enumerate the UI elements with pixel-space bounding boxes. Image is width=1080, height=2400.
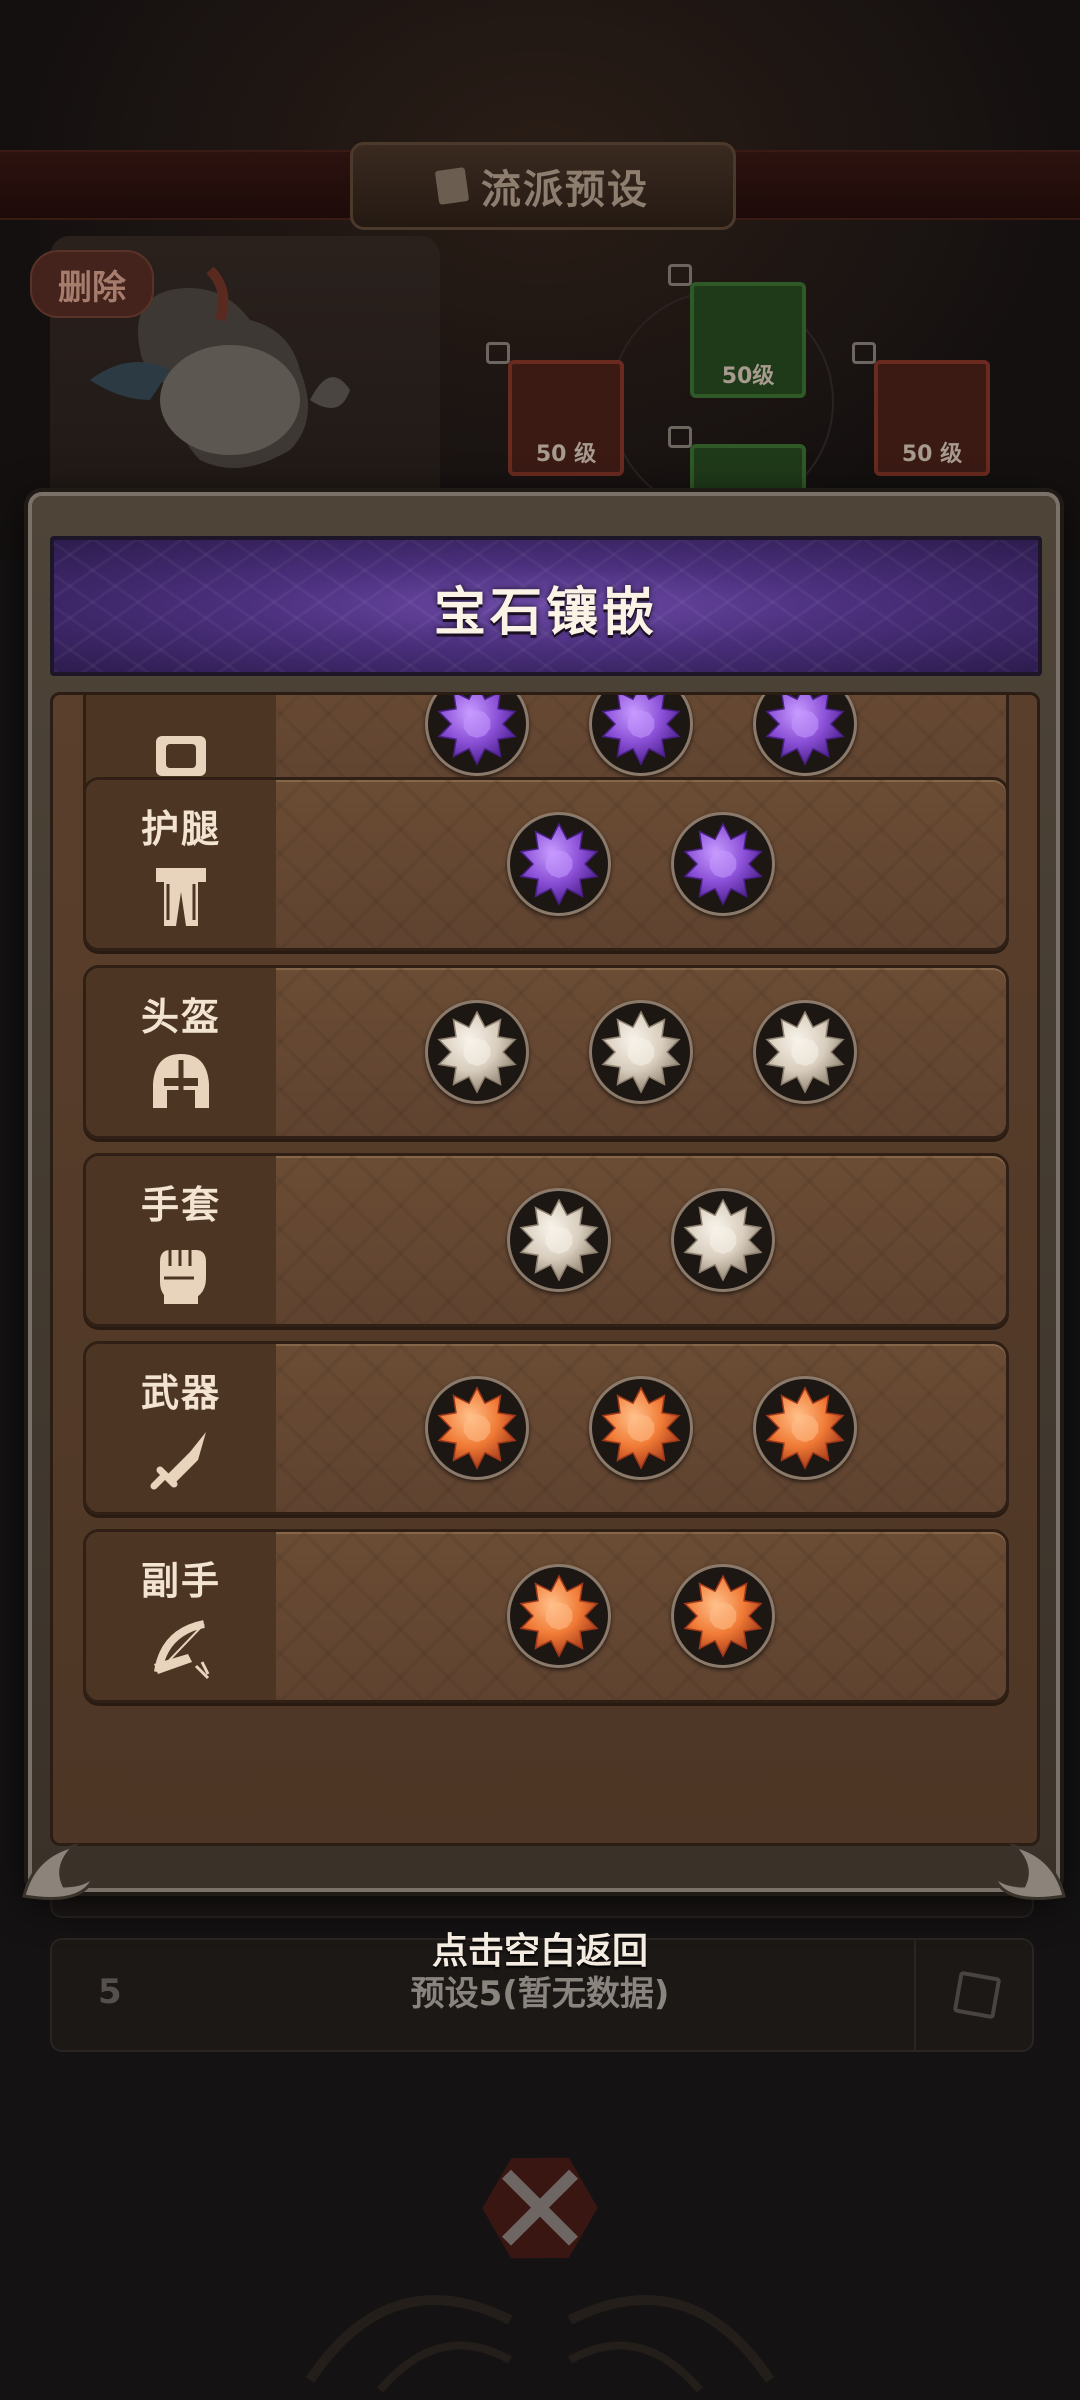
purple-gem-icon[interactable]: [507, 812, 611, 916]
orange-gem-icon[interactable]: [753, 1376, 857, 1480]
sword-icon: [150, 1432, 206, 1490]
gem-slots: [276, 1156, 1006, 1324]
row-label: 副手: [140, 1559, 221, 1603]
row-label: 武器: [140, 1371, 221, 1415]
gem-slots: [276, 780, 1006, 948]
book-icon: [434, 167, 470, 205]
corner-ornament-left: [22, 1843, 96, 1900]
gem-row[interactable]: 头盔: [83, 965, 1009, 1139]
gem-slots: [276, 1532, 1006, 1700]
orange-gem-icon[interactable]: [425, 1376, 529, 1480]
modal-title: 宝石镶嵌: [433, 583, 658, 643]
lock-icon: [668, 426, 692, 448]
white-gem-icon[interactable]: [589, 1000, 693, 1104]
purple-gem-icon[interactable]: [753, 695, 857, 776]
gem-row[interactable]: 副手: [83, 1529, 1009, 1703]
white-gem-icon[interactable]: [753, 1000, 857, 1104]
row-label: 头盔: [140, 995, 221, 1039]
tap-blank-to-return-hint[interactable]: 点击空白返回: [0, 1922, 1080, 1974]
gauntlet-icon: [160, 1250, 206, 1304]
white-gem-icon[interactable]: [507, 1188, 611, 1292]
leggings-icon: [156, 868, 206, 926]
screen-title-plate: 流派预设: [350, 142, 736, 230]
screen-title: 流派预设: [481, 167, 649, 213]
row-label: 护腿: [140, 807, 221, 851]
orange-gem-icon[interactable]: [507, 1564, 611, 1668]
modal-header: 宝石镶嵌: [50, 536, 1042, 676]
gem-row[interactable]: 武器: [83, 1341, 1009, 1515]
lock-icon: [668, 264, 692, 286]
row-label: 手套: [140, 1183, 221, 1227]
equip-slot-right[interactable]: 50 级: [852, 342, 990, 476]
white-gem-icon[interactable]: [671, 1188, 775, 1292]
gem-row[interactable]: 手套: [83, 1153, 1009, 1327]
lock-icon: [486, 342, 510, 364]
orange-gem-icon[interactable]: [589, 1376, 693, 1480]
white-gem-icon[interactable]: [425, 1000, 529, 1104]
purple-gem-icon[interactable]: [589, 695, 693, 776]
bow-icon: [154, 1620, 210, 1680]
lock-icon: [852, 342, 876, 364]
corner-ornament-right: [992, 1843, 1066, 1900]
gem-slots: [276, 968, 1006, 1136]
equip-level: 50 级: [535, 442, 597, 467]
purple-gem-icon[interactable]: [671, 812, 775, 916]
gem-inlay-modal: 宝石镶嵌 护腿头盔手套武器副手: [22, 492, 1066, 1900]
equip-level: 50级: [721, 364, 775, 389]
delete-button-label: 删除: [58, 267, 126, 308]
equip-level: 50 级: [901, 442, 963, 467]
gem-list[interactable]: 护腿头盔手套武器副手: [50, 692, 1040, 1846]
gem-row[interactable]: 护腿: [83, 777, 1009, 951]
crossed-swords-icon[interactable]: ✕: [468, 2138, 612, 2282]
delete-button[interactable]: 删除: [30, 250, 154, 318]
purple-gem-icon[interactable]: [425, 695, 529, 776]
gem-slots: [276, 1344, 1006, 1512]
equip-slot-top[interactable]: 50级: [668, 264, 806, 398]
orange-gem-icon[interactable]: [671, 1564, 775, 1668]
equip-slot-left[interactable]: 50 级: [486, 342, 624, 476]
helmet-icon: [153, 1054, 209, 1108]
